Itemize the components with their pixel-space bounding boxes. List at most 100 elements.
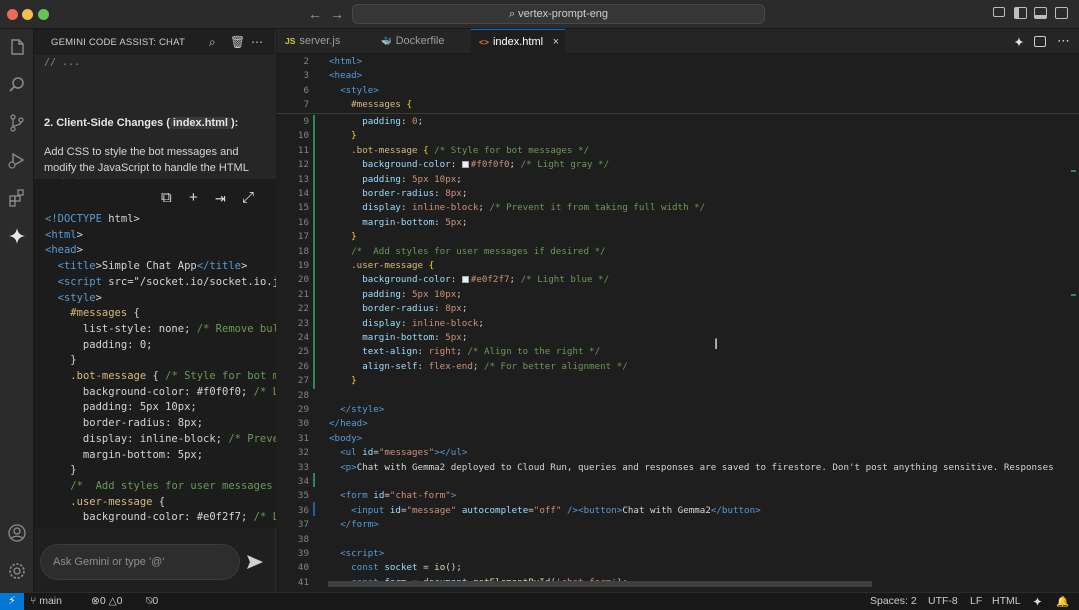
code-line[interactable]: 32 <ul id="messages"></ul> (277, 446, 1079, 460)
code-block-line: display: inline-block; /* Prevent */ (45, 432, 276, 445)
account-icon[interactable] (7, 523, 27, 543)
history-icon[interactable]: ⌕ (209, 35, 216, 50)
code-line[interactable]: 37 </form> (277, 518, 1079, 532)
code-editor[interactable]: 2 <html> 3 <head> 6 <style> 7 #messages { 9 p… (277, 54, 1079, 592)
eol-setting[interactable]: LF (970, 595, 982, 607)
code-line[interactable]: 40 const socket = io(); (277, 561, 1079, 575)
sticky-line[interactable]: 6 <style> (277, 84, 1079, 98)
code-line[interactable]: 22 border-radius: 8px; (277, 302, 1079, 316)
code-line[interactable]: 23 display: inline-block; (277, 317, 1079, 331)
code-text: padding: 0; (362, 116, 424, 127)
tab-dockerfile[interactable]: 🐳 Dockerfile (373, 29, 469, 54)
code-text: .bot-message { /* Style for bot messages… (351, 144, 590, 156)
line-number: 38 (297, 533, 309, 545)
line-number: 30 (297, 418, 309, 430)
more-icon[interactable]: ⋯ (251, 35, 263, 49)
sticky-line[interactable]: 3 <head> (277, 69, 1079, 83)
code-line[interactable]: 36 <input id="message" autocomplete="off… (277, 504, 1079, 518)
more-icon[interactable]: ⋯ (1057, 33, 1070, 49)
code-line[interactable]: 19 .user-message { (277, 259, 1079, 273)
code-line[interactable]: 25 text-align: right; /* Align to the ri… (277, 345, 1079, 359)
indentation-setting[interactable]: Spaces: 2 (870, 595, 917, 607)
search-icon[interactable] (7, 75, 27, 95)
code-line[interactable]: 24 margin-bottom: 5px; (277, 331, 1079, 345)
toggle-panel-icon[interactable] (1034, 7, 1047, 19)
code-line[interactable]: 29 </style> (277, 403, 1079, 417)
arrow-left-icon[interactable]: ← (308, 6, 322, 22)
code-line[interactable]: 15 display: inline-block; /* Prevent it … (277, 201, 1079, 215)
expand-icon[interactable]: ⤢ (242, 189, 254, 206)
close-icon[interactable]: × (553, 30, 559, 55)
line-number: 17 (297, 231, 309, 243)
modified-lines-indicator (313, 115, 315, 389)
code-line[interactable]: 27 } (277, 374, 1079, 388)
code-line[interactable]: 30 </head> (277, 417, 1079, 431)
gemini-icon[interactable] (7, 226, 27, 246)
line-number: 27 (297, 375, 309, 387)
customize-layout-icon[interactable] (993, 7, 1005, 17)
activity-bar (0, 29, 34, 592)
maximize-window-button[interactable] (38, 9, 49, 20)
code-line[interactable]: 31 <body> (277, 432, 1079, 446)
run-debug-icon[interactable] (7, 150, 27, 170)
code-line[interactable]: 38 (277, 533, 1079, 547)
code-line[interactable]: 34 (277, 475, 1079, 489)
gemini-icon[interactable] (1013, 36, 1025, 48)
chat-prompt-input[interactable]: Ask Gemini or type '@' (40, 544, 240, 580)
modified-lines-indicator (313, 502, 315, 516)
code-text: text-align: right; /* Align to the right… (362, 346, 601, 358)
encoding-setting[interactable]: UTF-8 (928, 595, 958, 607)
tab-server-js[interactable]: JS server.js (277, 29, 369, 54)
line-number: 34 (297, 476, 309, 487)
code-line[interactable]: 39 <script> (277, 547, 1079, 561)
settings-gear-icon[interactable] (7, 561, 27, 581)
extensions-icon[interactable] (7, 188, 27, 208)
code-text: <ul id="messages"></ul> (340, 447, 468, 459)
insert-icon[interactable]: + (189, 189, 198, 206)
code-line[interactable]: 28 (277, 389, 1079, 403)
problems-indicator[interactable]: ⊗0 △0 (91, 595, 123, 607)
files-icon[interactable] (7, 37, 27, 57)
send-icon[interactable] (245, 552, 265, 572)
code-line[interactable]: 12 background-color: #f0f0f0; /* Light g… (277, 158, 1079, 172)
source-control-icon[interactable] (7, 113, 27, 133)
arrow-right-icon[interactable]: → (330, 6, 344, 22)
copy-icon[interactable]: ⧉ (161, 189, 172, 206)
remote-icon[interactable]: ⚡ (0, 593, 24, 610)
code-line[interactable]: 21 padding: 5px 10px; (277, 288, 1079, 302)
tab-label: Dockerfile (395, 35, 445, 47)
diff-icon[interactable]: ⇥ (215, 191, 226, 207)
bell-icon[interactable]: 🔔 (1056, 595, 1069, 608)
ports-indicator[interactable]: ⍉0 (146, 595, 158, 608)
code-line[interactable]: 14 border-radius: 8px; (277, 187, 1079, 201)
code-line[interactable]: 20 background-color: #e0f2f7; /* Light b… (277, 273, 1079, 287)
code-line[interactable]: 17 } (277, 230, 1079, 244)
code-line[interactable]: 35 <form id="chat-form"> (277, 489, 1079, 503)
toggle-secondary-sidebar-icon[interactable] (1055, 7, 1068, 19)
language-mode[interactable]: HTML (992, 595, 1021, 607)
line-number: 11 (297, 144, 309, 156)
toggle-primary-sidebar-icon[interactable] (1014, 7, 1027, 19)
tab-index-html[interactable]: <> index.html × (471, 29, 565, 54)
vertical-scrollbar[interactable] (1067, 54, 1079, 592)
horizontal-scrollbar[interactable] (328, 581, 872, 587)
sticky-line[interactable]: 7 #messages { (277, 98, 1079, 112)
line-number: 14 (297, 188, 309, 199)
code-line[interactable]: 10 } (277, 129, 1079, 143)
gemini-icon[interactable] (1032, 596, 1043, 607)
code-line[interactable]: 33 <p>Chat with Gemma2 deployed to Cloud… (277, 461, 1079, 475)
delete-icon[interactable]: 🗑 (230, 35, 245, 49)
code-line[interactable]: 13 padding: 5px 10px; (277, 173, 1079, 187)
code-line[interactable]: 11 .bot-message { /* Style for bot messa… (277, 144, 1079, 158)
sticky-line[interactable]: 2 <html> (277, 55, 1079, 69)
error-count: 0 (99, 595, 106, 607)
command-center-search[interactable]: ⌕ vertex-prompt-eng (352, 4, 765, 24)
code-line[interactable]: 9 padding: 0; (277, 115, 1079, 129)
code-line[interactable]: 16 margin-bottom: 5px; (277, 216, 1079, 230)
code-line[interactable]: 18 /* Add styles for user messages if de… (277, 245, 1079, 259)
minimize-window-button[interactable] (22, 9, 33, 20)
close-window-button[interactable] (7, 9, 18, 20)
code-line[interactable]: 26 align-self: flex-end; /* For better a… (277, 360, 1079, 374)
branch-indicator[interactable]: ⑂ main (30, 595, 62, 607)
split-editor-icon[interactable] (1034, 36, 1046, 47)
